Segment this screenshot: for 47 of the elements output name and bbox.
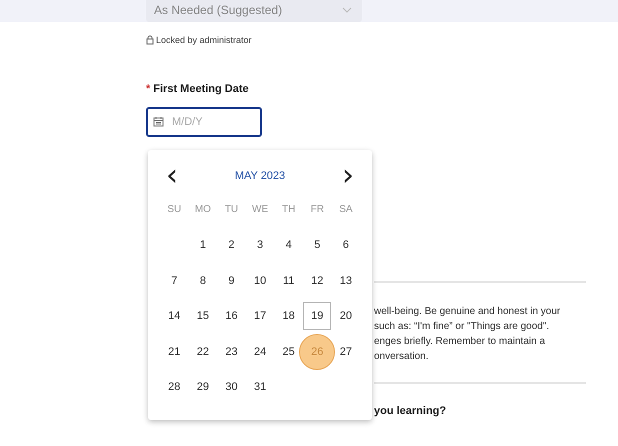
calendar-day[interactable]: 9 <box>217 266 246 295</box>
next-month-button[interactable]: › <box>342 164 354 188</box>
lock-icon <box>146 35 154 45</box>
question-heading: you learning? <box>374 405 448 417</box>
calendar-day[interactable]: 19 <box>303 302 332 330</box>
calendar-day[interactable]: 30 <box>217 373 246 402</box>
lock-note: Locked by administrator <box>156 35 252 45</box>
calendar-day[interactable]: 11 <box>274 266 303 295</box>
weekday-label: WE <box>252 204 268 216</box>
calendar-day[interactable]: 31 <box>246 373 274 402</box>
calendar-day[interactable]: 18 <box>274 302 303 330</box>
calendar-day[interactable]: 29 <box>188 373 217 402</box>
calendar-day[interactable]: 1 <box>188 231 217 260</box>
date-field[interactable]: M/D/Y <box>146 107 262 137</box>
calendar-day[interactable]: 13 <box>332 266 360 295</box>
required-mark: * <box>146 83 150 95</box>
guidance-text: well-being. Be genuine and honest in your such as: “I'm fine” or "Things are good". enges briefly. Remember to maintain a onversation. <box>374 305 562 364</box>
calendar-day[interactable]: 21 <box>160 338 188 366</box>
calendar-day[interactable]: 12 <box>303 266 332 295</box>
calendar-day[interactable]: 10 <box>246 266 274 295</box>
chevron-down-icon <box>342 7 352 13</box>
weekday-label: FR <box>310 204 324 216</box>
weekday-label: SU <box>167 204 182 216</box>
calendar-day[interactable]: 5 <box>303 231 332 260</box>
calendar-day[interactable]: 23 <box>217 338 246 366</box>
calendar-day[interactable]: 28 <box>160 373 188 402</box>
calendar-day[interactable]: 8 <box>188 266 217 295</box>
calendar-day[interactable]: 4 <box>274 231 303 260</box>
calendar-day[interactable]: 14 <box>160 302 188 330</box>
previous-month-button[interactable]: ‹ <box>166 164 178 188</box>
calendar-day[interactable]: 17 <box>246 302 274 330</box>
calendar-day[interactable]: 7 <box>160 266 188 295</box>
calendar-day[interactable]: 3 <box>246 231 274 260</box>
calendar-day[interactable]: 2 <box>217 231 246 260</box>
calendar-day[interactable]: 24 <box>246 338 274 366</box>
calendar-day[interactable]: 22 <box>188 338 217 366</box>
calendar-icon <box>153 116 164 127</box>
weekday-label: TH <box>282 204 296 216</box>
field-label: First Meeting Date <box>153 83 249 95</box>
calendar-day[interactable]: 20 <box>332 302 360 330</box>
weekday-label: MO <box>194 204 211 216</box>
calendar-day[interactable]: 15 <box>188 302 217 330</box>
weekday-label: SA <box>339 204 353 216</box>
calendar-day[interactable]: 6 <box>332 231 360 260</box>
calendar-day[interactable]: 16 <box>217 302 246 330</box>
month-title: MAY 2023 <box>234 170 286 182</box>
weekday-label: TU <box>224 204 238 216</box>
